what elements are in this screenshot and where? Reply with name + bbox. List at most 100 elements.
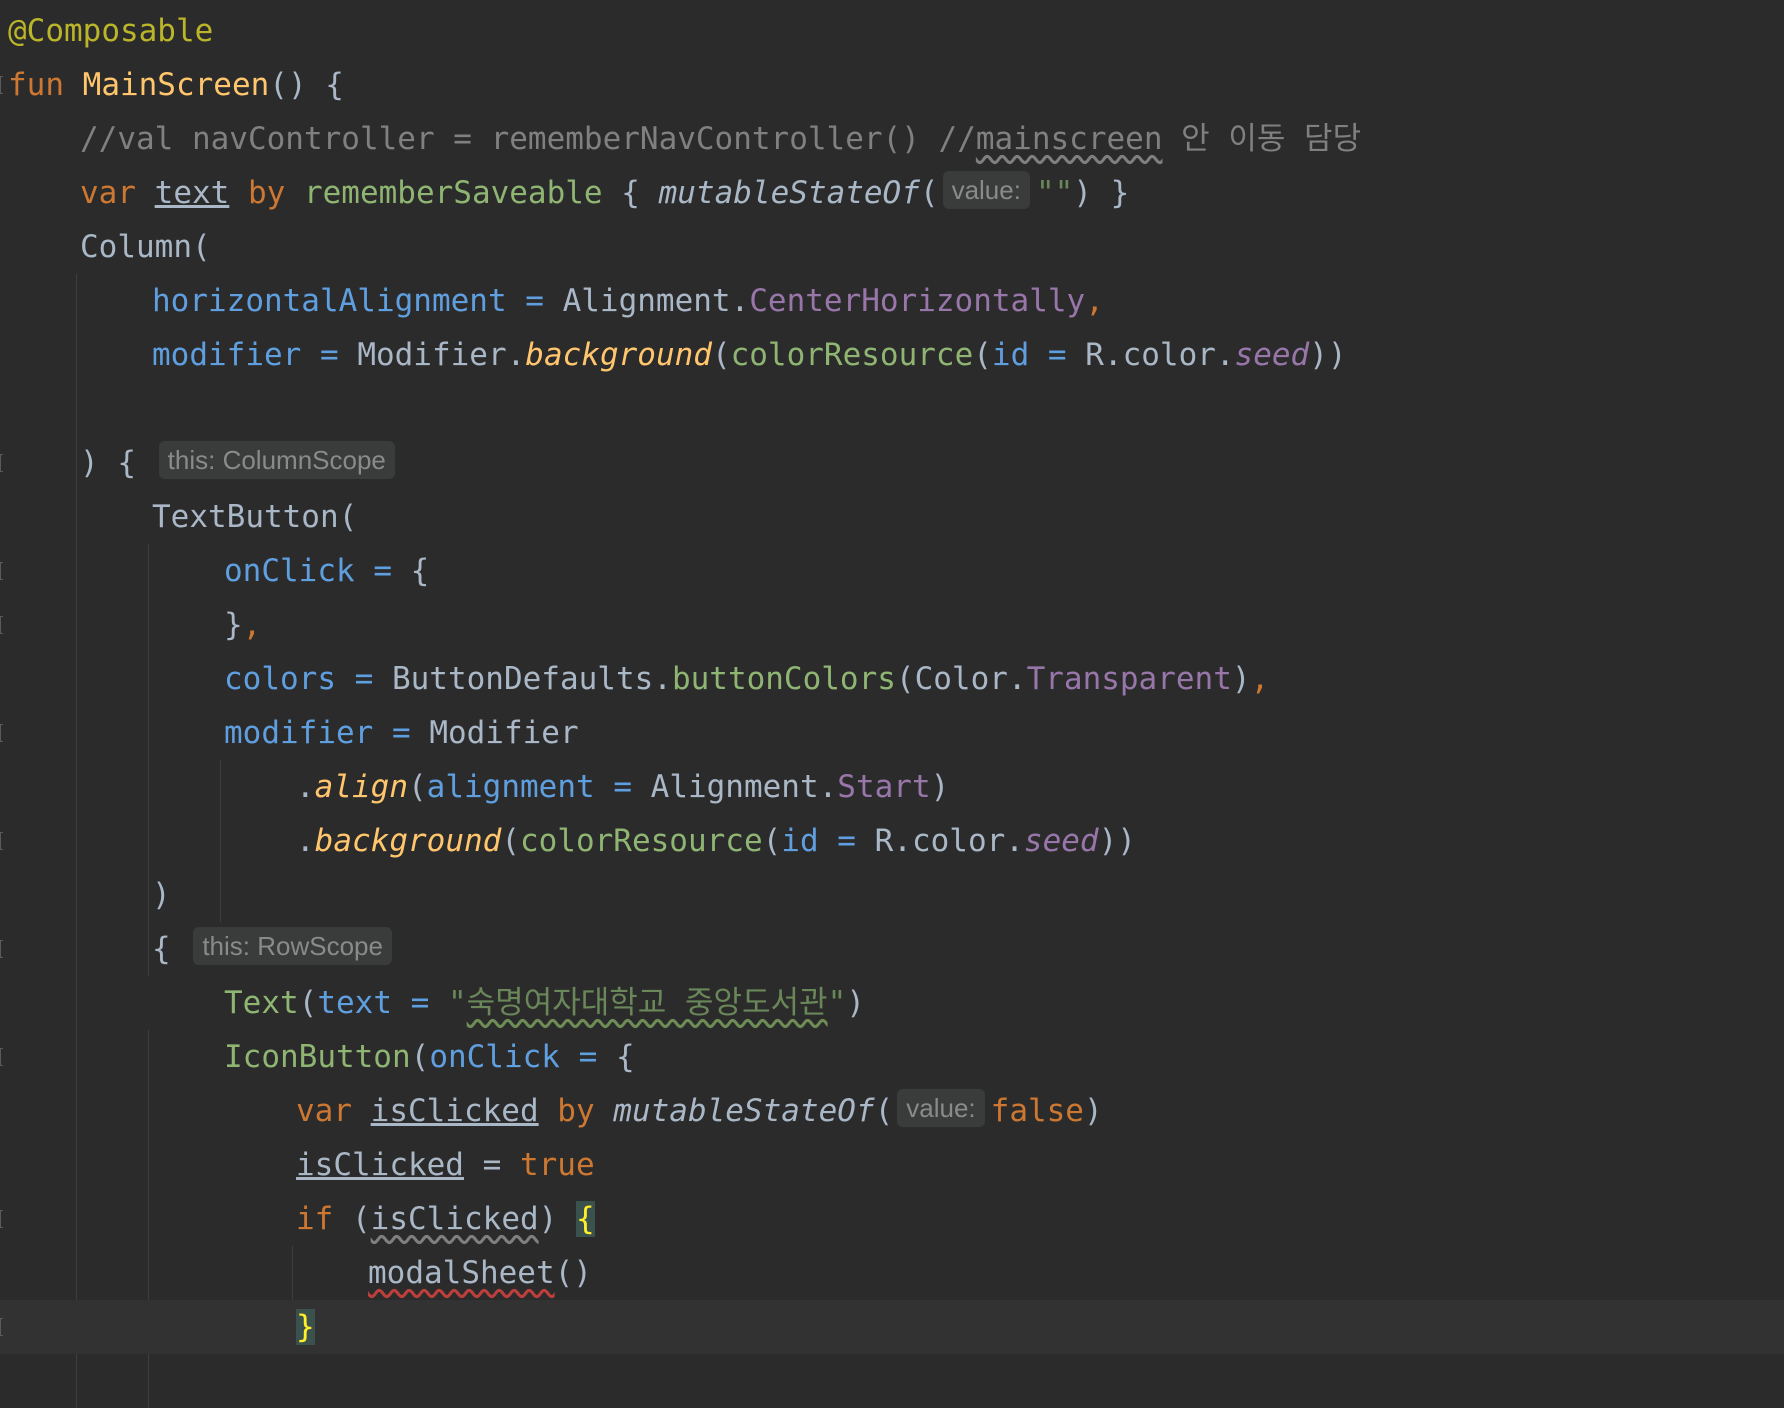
code-line[interactable]: .align(alignment = Alignment.Start)	[0, 760, 1784, 814]
code-token: id	[991, 337, 1030, 373]
code-line[interactable]: onClick = {	[0, 544, 1784, 598]
code-line[interactable]: if (isClicked) {	[0, 1192, 1784, 1246]
code-line[interactable]: )	[0, 868, 1784, 922]
code-line[interactable]: @Composable	[0, 4, 1784, 58]
code-line[interactable]: var text by rememberSaveable { mutableSt…	[0, 166, 1784, 220]
code-text: Text(text = "숙명여자대학교 중앙도서관")	[224, 976, 865, 1030]
code-token: //val navController = rememberNavControl…	[80, 121, 976, 157]
code-token: (	[501, 823, 520, 859]
code-token: CenterHorizontally	[749, 283, 1086, 319]
code-line[interactable]: modifier = Modifier	[0, 706, 1784, 760]
code-token: ,	[242, 607, 262, 643]
code-token: (	[762, 823, 782, 859]
code-token: modifier	[152, 337, 302, 373]
code-token: {	[410, 553, 430, 589]
code-token: ))	[1309, 337, 1347, 373]
code-line[interactable]: IconButton(onClick = {	[0, 1030, 1784, 1084]
code-token: by	[229, 175, 304, 211]
code-text: },	[224, 598, 261, 652]
code-token: (	[919, 175, 939, 211]
code-text: horizontalAlignment = Alignment.CenterHo…	[152, 274, 1104, 328]
code-token: fun	[8, 67, 83, 103]
code-token: (Color.	[895, 661, 1027, 697]
code-token: ) }	[1073, 175, 1130, 211]
code-token: Alignment.	[562, 283, 750, 319]
code-token: ) {	[80, 445, 155, 481]
code-token: isClicked	[296, 1147, 464, 1183]
fold-marker-icon[interactable]	[0, 76, 3, 94]
code-line[interactable]: fun MainScreen() {	[0, 58, 1784, 112]
code-token: =	[301, 337, 358, 373]
code-text: IconButton(onClick = {	[224, 1030, 635, 1084]
fold-marker-icon[interactable]	[0, 1210, 3, 1228]
code-line[interactable]: Text(text = "숙명여자대학교 중앙도서관")	[0, 976, 1784, 1030]
code-token: (	[711, 337, 731, 373]
code-text: isClicked = true	[296, 1138, 595, 1192]
code-line[interactable]: modalSheet()	[0, 1246, 1784, 1300]
code-text: TextButton(	[152, 490, 357, 544]
fold-marker-icon[interactable]	[0, 724, 3, 742]
code-line[interactable]: modifier = Modifier.background(colorReso…	[0, 328, 1784, 382]
code-text: modifier = Modifier	[224, 706, 579, 760]
code-text: )	[152, 868, 171, 922]
code-token: =	[594, 769, 651, 805]
code-line[interactable]: horizontalAlignment = Alignment.CenterHo…	[0, 274, 1784, 328]
code-line[interactable]: }	[0, 1300, 1784, 1354]
code-text: colors = ButtonDefaults.buttonColors(Col…	[224, 652, 1269, 706]
code-line[interactable]: var isClicked by mutableStateOf(value: fa…	[0, 1084, 1784, 1138]
code-token: true	[519, 1147, 595, 1183]
code-token: text	[317, 985, 392, 1021]
code-token: colors	[224, 661, 336, 697]
code-token: {	[615, 1039, 635, 1075]
code-token: }	[224, 607, 243, 643]
code-text: @Composable	[8, 4, 213, 58]
code-line[interactable]: },	[0, 598, 1784, 652]
code-line[interactable]: isClicked = true	[0, 1138, 1784, 1192]
code-token: )	[930, 769, 950, 805]
code-token: isClicked	[370, 1201, 539, 1237]
code-line[interactable]: Column(	[0, 220, 1784, 274]
code-token: ,	[1250, 661, 1270, 697]
code-line[interactable]: TextButton(	[0, 490, 1784, 544]
code-token: modifier	[224, 715, 374, 751]
fold-marker-icon[interactable]	[0, 562, 3, 580]
code-text: Column(	[80, 220, 211, 274]
code-token: (	[410, 1039, 430, 1075]
code-token: )	[538, 1201, 576, 1237]
fold-marker-icon[interactable]	[0, 616, 3, 634]
code-token: IconButton	[224, 1039, 411, 1075]
code-editor[interactable]: @Composable fun MainScreen() { //val navCo…	[0, 0, 1784, 1408]
inlay-hint: value:	[897, 1089, 985, 1127]
code-token: onClick	[224, 553, 355, 589]
code-line[interactable]: .background(colorResource(id = R.color.s…	[0, 814, 1784, 868]
code-token: seed	[1023, 823, 1099, 859]
code-line[interactable]: { this: RowScope	[0, 922, 1784, 976]
code-token: buttonColors	[671, 661, 896, 697]
code-line[interactable]: ) { this: ColumnScope	[0, 436, 1784, 490]
code-token: background	[314, 823, 502, 859]
code-token: mutableStateOf	[613, 1093, 875, 1129]
code-line[interactable]: colors = ButtonDefaults.buttonColors(Col…	[0, 652, 1784, 706]
code-text: fun MainScreen() {	[8, 58, 344, 112]
fold-marker-icon[interactable]	[0, 454, 3, 472]
code-text: var isClicked by mutableStateOf(value: fa…	[296, 1084, 1103, 1138]
code-token: =	[335, 661, 392, 697]
fold-marker-icon[interactable]	[0, 1048, 3, 1066]
code-line[interactable]	[0, 382, 1784, 436]
code-token: }	[296, 1309, 315, 1345]
fold-marker-icon[interactable]	[0, 1318, 3, 1336]
code-token: onClick	[429, 1039, 560, 1075]
code-text: ) { this: ColumnScope	[80, 436, 401, 490]
code-token: ,	[1085, 283, 1104, 319]
code-token: )	[1083, 1093, 1103, 1129]
fold-marker-icon[interactable]	[0, 832, 3, 850]
fold-marker-icon[interactable]	[0, 940, 3, 958]
code-token: )	[1231, 661, 1251, 697]
code-token: 숙명여자대학교 중앙도서관	[466, 985, 828, 1021]
code-text: .align(alignment = Alignment.Start)	[296, 760, 949, 814]
code-text: }	[296, 1300, 315, 1354]
code-token: =	[506, 283, 563, 319]
code-line[interactable]: //val navController = rememberNavControl…	[0, 112, 1784, 166]
code-token: TextButton(	[152, 499, 358, 535]
code-token: colorResource	[730, 337, 974, 373]
